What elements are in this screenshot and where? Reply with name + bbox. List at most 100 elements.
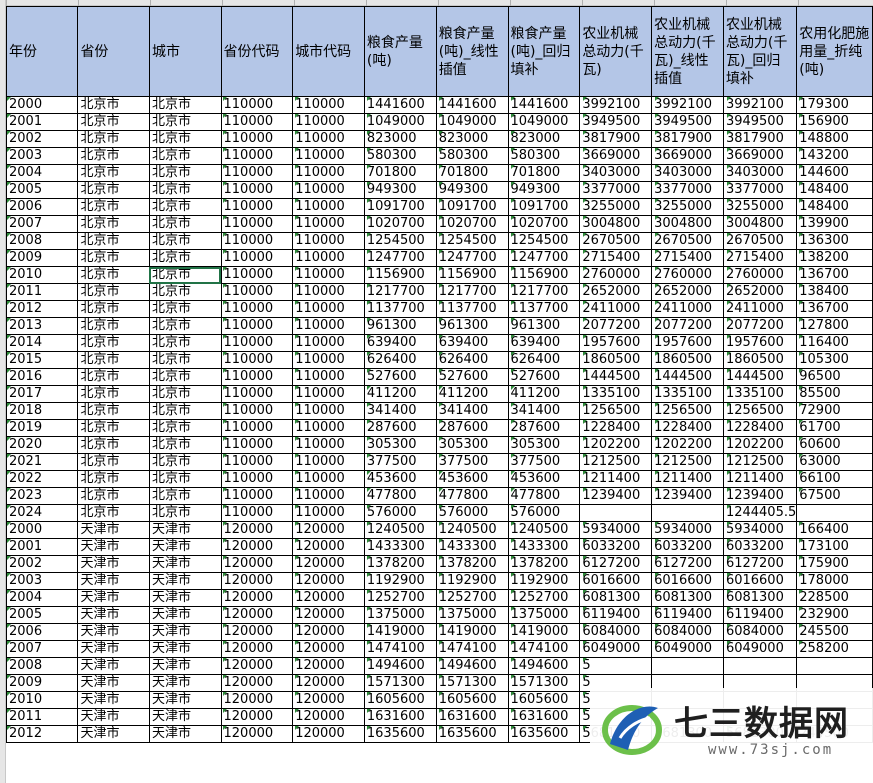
table-cell[interactable] (796, 657, 873, 675)
table-cell[interactable]: 2012 (5, 300, 79, 318)
table-cell[interactable]: 110000 (220, 181, 294, 199)
table-cell[interactable]: 1202200 (579, 436, 653, 454)
table-cell[interactable]: 2670500 (722, 232, 798, 250)
table-cell[interactable]: 1605600 (435, 691, 509, 709)
table-cell[interactable]: 北京市 (148, 402, 222, 420)
table-cell[interactable]: 2077200 (651, 317, 724, 335)
table-cell[interactable]: 139900 (796, 215, 873, 233)
table-cell[interactable]: 北京市 (77, 453, 150, 471)
table-cell[interactable]: 北京市 (77, 249, 150, 267)
table-cell[interactable]: 2018 (5, 402, 79, 420)
table-cell[interactable]: 120000 (292, 640, 365, 658)
table-cell[interactable]: 1202200 (651, 436, 724, 454)
table-cell[interactable]: 2715400 (651, 249, 724, 267)
table-cell[interactable]: 天津市 (77, 589, 150, 607)
table-cell[interactable]: 天津市 (148, 674, 222, 692)
table-cell[interactable]: 天津市 (77, 606, 150, 624)
table-cell[interactable]: 136700 (796, 266, 873, 284)
table-cell[interactable]: 2009 (5, 674, 79, 692)
table-cell[interactable]: 1049000 (435, 113, 509, 131)
table-cell[interactable]: 305300 (507, 436, 581, 454)
table-cell[interactable]: 110000 (292, 181, 365, 199)
table-cell[interactable]: 110000 (292, 504, 365, 522)
table-cell[interactable]: 1444500 (579, 368, 653, 386)
table-cell[interactable]: 110000 (292, 300, 365, 318)
table-cell[interactable]: 1957600 (651, 334, 724, 352)
table-cell[interactable]: 701800 (507, 164, 581, 182)
table-cell[interactable]: 1212500 (722, 453, 798, 471)
table-cell[interactable]: 1254500 (363, 232, 437, 250)
table-cell[interactable]: 110000 (292, 436, 365, 454)
table-cell[interactable]: 823000 (363, 130, 437, 148)
table-cell[interactable]: 136700 (796, 300, 873, 318)
table-cell[interactable]: 2077200 (722, 317, 798, 335)
table-cell[interactable]: 天津市 (148, 657, 222, 675)
table-cell[interactable]: 120000 (292, 521, 365, 539)
table-cell[interactable]: 2011 (5, 708, 79, 726)
table-cell[interactable]: 2008 (5, 232, 79, 250)
table-cell[interactable] (651, 657, 724, 675)
table-cell[interactable]: 6081300 (722, 589, 798, 607)
table-cell[interactable]: 2002 (5, 555, 79, 573)
table-cell[interactable]: 1256500 (579, 402, 653, 420)
table-cell[interactable]: 1211400 (722, 470, 798, 488)
table-cell[interactable]: 6049000 (722, 640, 798, 658)
table-cell[interactable]: 1419000 (435, 623, 509, 641)
column-header[interactable]: 粮食产量(吨) (363, 6, 437, 97)
table-cell[interactable]: 110000 (220, 283, 294, 301)
table-cell[interactable]: 411200 (435, 385, 509, 403)
table-cell[interactable]: 6016600 (651, 572, 724, 590)
table-cell[interactable]: 66100 (796, 470, 873, 488)
table-cell[interactable]: 1256500 (722, 402, 798, 420)
table-cell[interactable]: 576000 (507, 504, 581, 522)
table-cell[interactable]: 120000 (292, 657, 365, 675)
table-cell[interactable]: 1605600 (363, 691, 437, 709)
table-cell[interactable]: 96500 (796, 368, 873, 386)
table-cell[interactable]: 110000 (220, 504, 294, 522)
column-header[interactable]: 省份代码 (220, 6, 294, 97)
table-cell[interactable]: 110000 (292, 215, 365, 233)
table-cell[interactable]: 北京市 (148, 453, 222, 471)
table-cell[interactable]: 110000 (292, 266, 365, 284)
table-cell[interactable]: 1240500 (435, 521, 509, 539)
table-cell[interactable]: 2715400 (722, 249, 798, 267)
table-cell[interactable]: 北京市 (77, 283, 150, 301)
table-cell[interactable]: 110000 (220, 232, 294, 250)
table-cell[interactable]: 110000 (220, 351, 294, 369)
table-cell[interactable]: 1419000 (507, 623, 581, 641)
table-cell[interactable]: 1256500 (651, 402, 724, 420)
table-cell[interactable]: 138200 (796, 249, 873, 267)
table-cell[interactable]: 173100 (796, 538, 873, 556)
table-cell[interactable]: 2011 (5, 283, 79, 301)
table-cell[interactable]: 6119400 (722, 606, 798, 624)
table-cell[interactable]: 北京市 (148, 232, 222, 250)
table-cell[interactable]: 110000 (220, 215, 294, 233)
table-cell[interactable]: 3403000 (722, 164, 798, 182)
table-cell[interactable]: 3403000 (579, 164, 653, 182)
column-header[interactable]: 粮食产量(吨)_线性插值 (435, 6, 509, 97)
table-cell[interactable]: 120000 (292, 572, 365, 590)
table-cell[interactable]: 北京市 (77, 113, 150, 131)
table-cell[interactable]: 北京市 (148, 283, 222, 301)
table-cell[interactable]: 3669000 (722, 147, 798, 165)
table-cell[interactable]: 1211400 (651, 470, 724, 488)
table-cell[interactable]: 144600 (796, 164, 873, 182)
table-cell[interactable]: 2411000 (651, 300, 724, 318)
table-cell[interactable]: 3817900 (579, 130, 653, 148)
table-cell[interactable]: 110000 (220, 470, 294, 488)
table-cell[interactable]: 110000 (292, 453, 365, 471)
table-cell[interactable]: 639400 (363, 334, 437, 352)
table-cell[interactable]: 287600 (363, 419, 437, 437)
table-cell[interactable]: 120000 (292, 555, 365, 573)
table-cell[interactable]: 110000 (292, 402, 365, 420)
table-cell[interactable]: 120000 (220, 674, 294, 692)
column-header[interactable]: 年份 (5, 6, 79, 97)
table-cell[interactable]: 1441600 (435, 96, 509, 114)
table-cell[interactable]: 110000 (220, 113, 294, 131)
table-cell[interactable]: 110000 (292, 130, 365, 148)
table-cell[interactable]: 天津市 (148, 589, 222, 607)
table-cell[interactable]: 1247700 (363, 249, 437, 267)
table-cell[interactable]: 120000 (292, 623, 365, 641)
table-cell[interactable]: 5 (579, 657, 653, 675)
table-cell[interactable]: 北京市 (148, 470, 222, 488)
